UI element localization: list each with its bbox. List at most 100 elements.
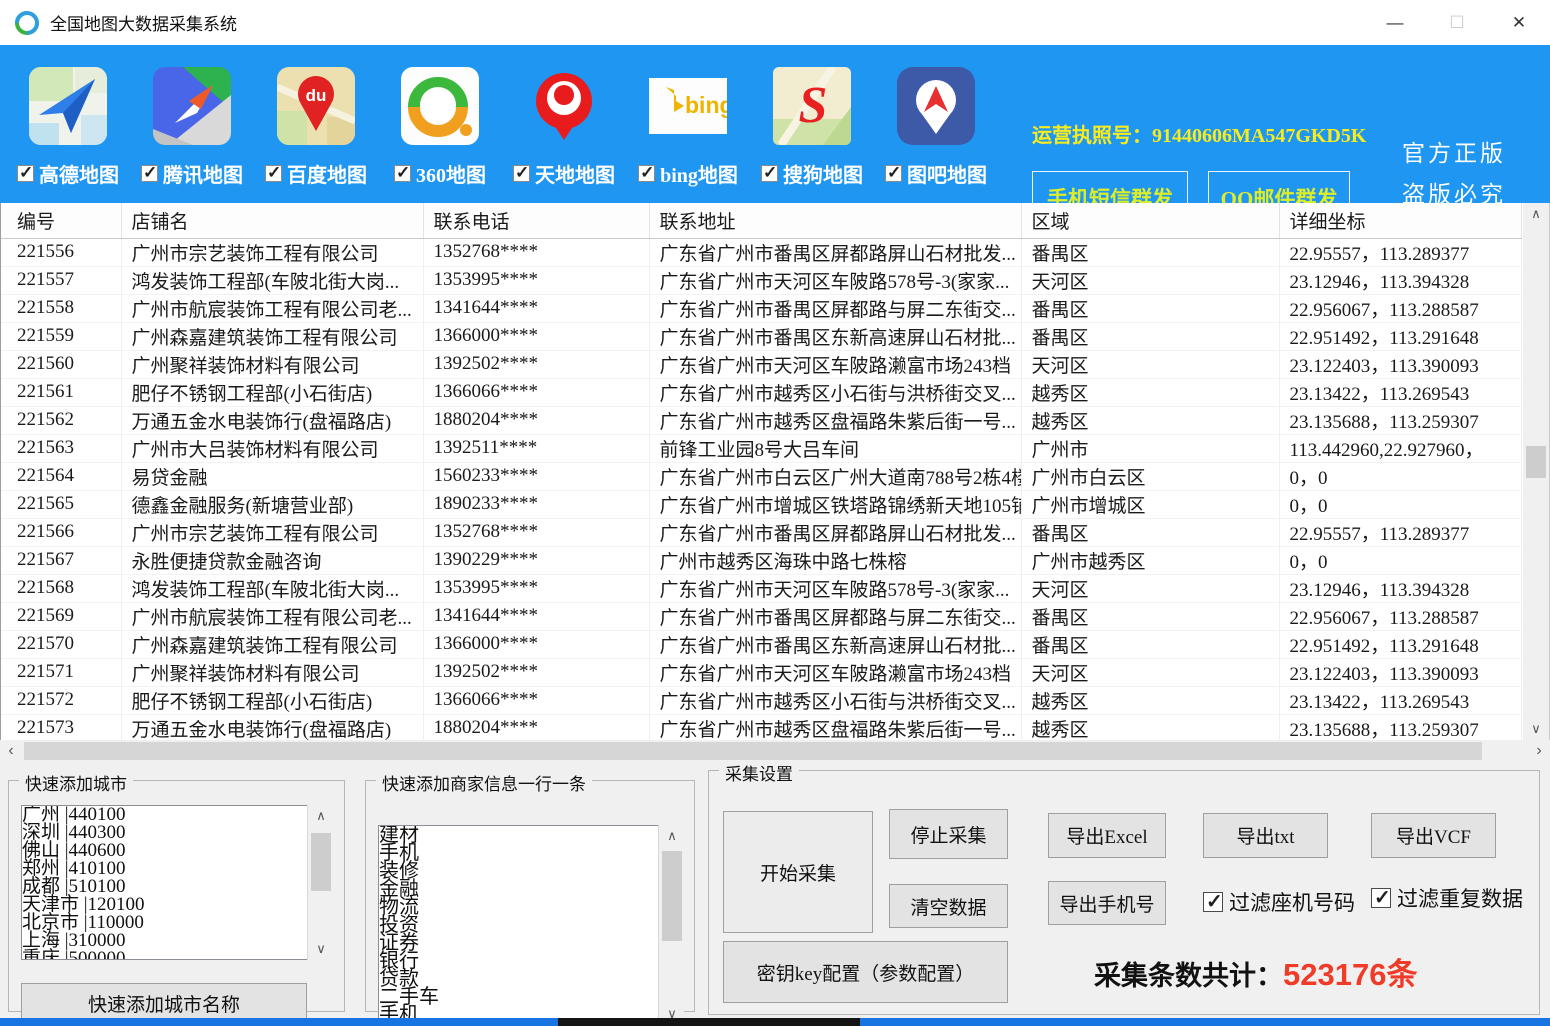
keyword-list-item[interactable]: 建材 <box>379 826 683 844</box>
table-row[interactable]: 221572肥仔不锈钢工程部(小石街店)1366066****广东省广州市越秀区… <box>1 686 1521 714</box>
table-cell: 23.135688，113.259307 <box>1279 714 1521 740</box>
table-row[interactable]: 221567永胜便捷贷款金融咨询1390229****广州市越秀区海珠中路七株榕… <box>1 546 1521 574</box>
clear-data-button[interactable]: 清空数据 <box>889 884 1008 928</box>
table-row[interactable]: 221560广州聚祥装饰材料有限公司1392502****广东省广州市天河区车陂… <box>1 350 1521 378</box>
table-row[interactable]: 221556广州市宗艺装饰工程有限公司1352768****广东省广州市番禺区屏… <box>1 238 1521 266</box>
table-cell: 1366066**** <box>423 378 649 406</box>
table-row[interactable]: 221563广州市大吕装饰材料有限公司1392511****前锋工业园8号大吕车… <box>1 434 1521 462</box>
keyword-list-item[interactable]: 二手车 <box>379 988 683 1006</box>
scroll-left-icon[interactable]: ‹ <box>0 740 22 762</box>
keyword-list-scrollbar[interactable]: ∧ ∨ <box>658 825 684 1025</box>
table-cell: 221572 <box>1 686 121 714</box>
table-row[interactable]: 221558广州市航宸装饰工程有限公司老...1341644****广东省广州市… <box>1 294 1521 322</box>
table-cell: 23.135688，113.259307 <box>1279 406 1521 434</box>
amap-checkbox[interactable] <box>17 165 34 182</box>
start-collect-button[interactable]: 开始采集 <box>723 811 873 933</box>
tuba-map-icon <box>897 67 975 145</box>
table-cell: 23.122403，113.390093 <box>1279 658 1521 686</box>
scroll-down-icon[interactable]: ∨ <box>1523 718 1549 740</box>
city-scroll-down-icon[interactable]: ∨ <box>308 938 334 960</box>
column-header[interactable]: 联系电话 <box>423 203 649 238</box>
maximize-button[interactable]: ☐ <box>1426 0 1488 45</box>
minimize-button[interactable]: — <box>1364 0 1426 45</box>
table-cell: 1366000**** <box>423 630 649 658</box>
export-vcf-button[interactable]: 导出VCF <box>1371 813 1496 858</box>
export-phone-button[interactable]: 导出手机号 <box>1048 881 1166 925</box>
table-row[interactable]: 221557鸿发装饰工程部(车陂北街大岗...1353995****广东省广州市… <box>1 266 1521 294</box>
table-row[interactable]: 221568鸿发装饰工程部(车陂北街大岗...1353995****广东省广州市… <box>1 574 1521 602</box>
vertical-scrollbar[interactable]: ∧ ∨ <box>1523 203 1549 740</box>
table-cell: 221556 <box>1 238 121 266</box>
city-scroll-thumb[interactable] <box>311 833 331 891</box>
keyword-list-item[interactable]: 投资 <box>379 916 683 934</box>
baidu-map-checkbox[interactable] <box>265 165 282 182</box>
horizontal-scroll-thumb[interactable] <box>24 742 1482 760</box>
keyword-list-item[interactable]: 装修 <box>379 862 683 880</box>
baidu-map-label: 百度地图 <box>287 159 367 188</box>
table-row[interactable]: 221565德鑫金融服务(新塘营业部)1890233****广东省广州市增城区铁… <box>1 490 1521 518</box>
table-row[interactable]: 221571广州聚祥装饰材料有限公司1392502****广东省广州市天河区车陂… <box>1 658 1521 686</box>
keyword-list-item[interactable]: 手机 <box>379 844 683 862</box>
table-cell: 肥仔不锈钢工程部(小石街店) <box>121 378 423 406</box>
column-header[interactable]: 详细坐标 <box>1279 203 1521 238</box>
tuba-map-checkbox[interactable] <box>885 165 902 182</box>
table-cell: 永胜便捷贷款金融咨询 <box>121 546 423 574</box>
table-cell: 广东省广州市番禺区屏都路屏山石材批发... <box>649 238 1021 266</box>
table-cell: 1352768**** <box>423 518 649 546</box>
column-header[interactable]: 联系地址 <box>649 203 1021 238</box>
keyword-list-item[interactable]: 金融 <box>379 880 683 898</box>
column-header[interactable]: 编号 <box>1 203 121 238</box>
table-row[interactable]: 221573万通五金水电装饰行(盘福路店)1880204****广东省广州市越秀… <box>1 714 1521 740</box>
table-row[interactable]: 221566广州市宗艺装饰工程有限公司1352768****广东省广州市番禺区屏… <box>1 518 1521 546</box>
tencent-map-checkbox[interactable] <box>141 165 158 182</box>
table-cell: 23.12946，113.394328 <box>1279 574 1521 602</box>
table-cell: 广东省广州市越秀区小石街与洪桥街交叉... <box>649 378 1021 406</box>
vertical-scroll-thumb[interactable] <box>1526 446 1546 478</box>
table-row[interactable]: 221561肥仔不锈钢工程部(小石街店)1366066****广东省广州市越秀区… <box>1 378 1521 406</box>
key-config-button[interactable]: 密钥key配置（参数配置） <box>723 941 1008 1003</box>
column-header[interactable]: 区域 <box>1021 203 1279 238</box>
keyword-list-item[interactable]: 银行 <box>379 952 683 970</box>
svg-text:bing: bing <box>685 92 727 118</box>
tencent-map-label: 腾讯地图 <box>163 159 243 188</box>
horizontal-scrollbar[interactable]: ‹ › <box>0 740 1550 762</box>
source-baidu: du 百度地图 <box>264 67 368 188</box>
table-cell: 1390229**** <box>423 546 649 574</box>
city-list: 广州 |440100深圳 |440300佛山 |440600郑州 |410100… <box>21 805 333 960</box>
filter-duplicate-checkbox[interactable] <box>1371 888 1391 908</box>
filter-duplicate-option[interactable]: 过滤重复数据 <box>1371 883 1523 913</box>
sogou-map-checkbox[interactable] <box>761 165 778 182</box>
keyword-scroll-thumb[interactable] <box>662 851 682 941</box>
city-list-item[interactable]: 重庆 |500000 <box>22 950 332 960</box>
table-cell: 番禺区 <box>1021 630 1279 658</box>
city-list-scrollbar[interactable]: ∧ ∨ <box>307 805 333 960</box>
table-row[interactable]: 221564易贷金融1560233****广东省广州市白云区广州大道南788号2… <box>1 462 1521 490</box>
table-row[interactable]: 221559广州森嘉建筑装饰工程有限公司1366000****广东省广州市番禺区… <box>1 322 1521 350</box>
keyword-list-item[interactable]: 物流 <box>379 898 683 916</box>
table-cell: 221561 <box>1 378 121 406</box>
export-txt-button[interactable]: 导出txt <box>1203 813 1328 858</box>
table-row[interactable]: 221569广州市航宸装饰工程有限公司老...1341644****广东省广州市… <box>1 602 1521 630</box>
table-cell: 广东省广州市番禺区屏都路与屏二东街交... <box>649 602 1021 630</box>
column-header[interactable]: 店铺名 <box>121 203 423 238</box>
stop-collect-button[interactable]: 停止采集 <box>889 809 1008 859</box>
table-cell: 221564 <box>1 462 121 490</box>
scroll-right-icon[interactable]: › <box>1528 740 1550 762</box>
filter-landline-checkbox[interactable] <box>1203 892 1223 912</box>
table-cell: 221567 <box>1 546 121 574</box>
table-row[interactable]: 221562万通五金水电装饰行(盘福路店)1880204****广东省广州市越秀… <box>1 406 1521 434</box>
export-excel-button[interactable]: 导出Excel <box>1048 813 1166 858</box>
keyword-list-item[interactable]: 证券 <box>379 934 683 952</box>
map-360-checkbox[interactable] <box>394 165 411 182</box>
close-button[interactable]: ✕ <box>1488 0 1550 45</box>
tianditu-icon <box>525 67 603 145</box>
table-cell: 1392502**** <box>423 350 649 378</box>
table-row[interactable]: 221570广州森嘉建筑装饰工程有限公司1366000****广东省广州市番禺区… <box>1 630 1521 658</box>
keyword-scroll-up-icon[interactable]: ∧ <box>659 825 685 847</box>
filter-landline-option[interactable]: 过滤座机号码 <box>1203 887 1355 917</box>
scroll-up-icon[interactable]: ∧ <box>1523 203 1549 225</box>
table-cell: 23.122403，113.390093 <box>1279 350 1521 378</box>
tianditu-checkbox[interactable] <box>513 165 530 182</box>
city-scroll-up-icon[interactable]: ∧ <box>308 805 334 827</box>
bing-map-checkbox[interactable] <box>638 165 655 182</box>
